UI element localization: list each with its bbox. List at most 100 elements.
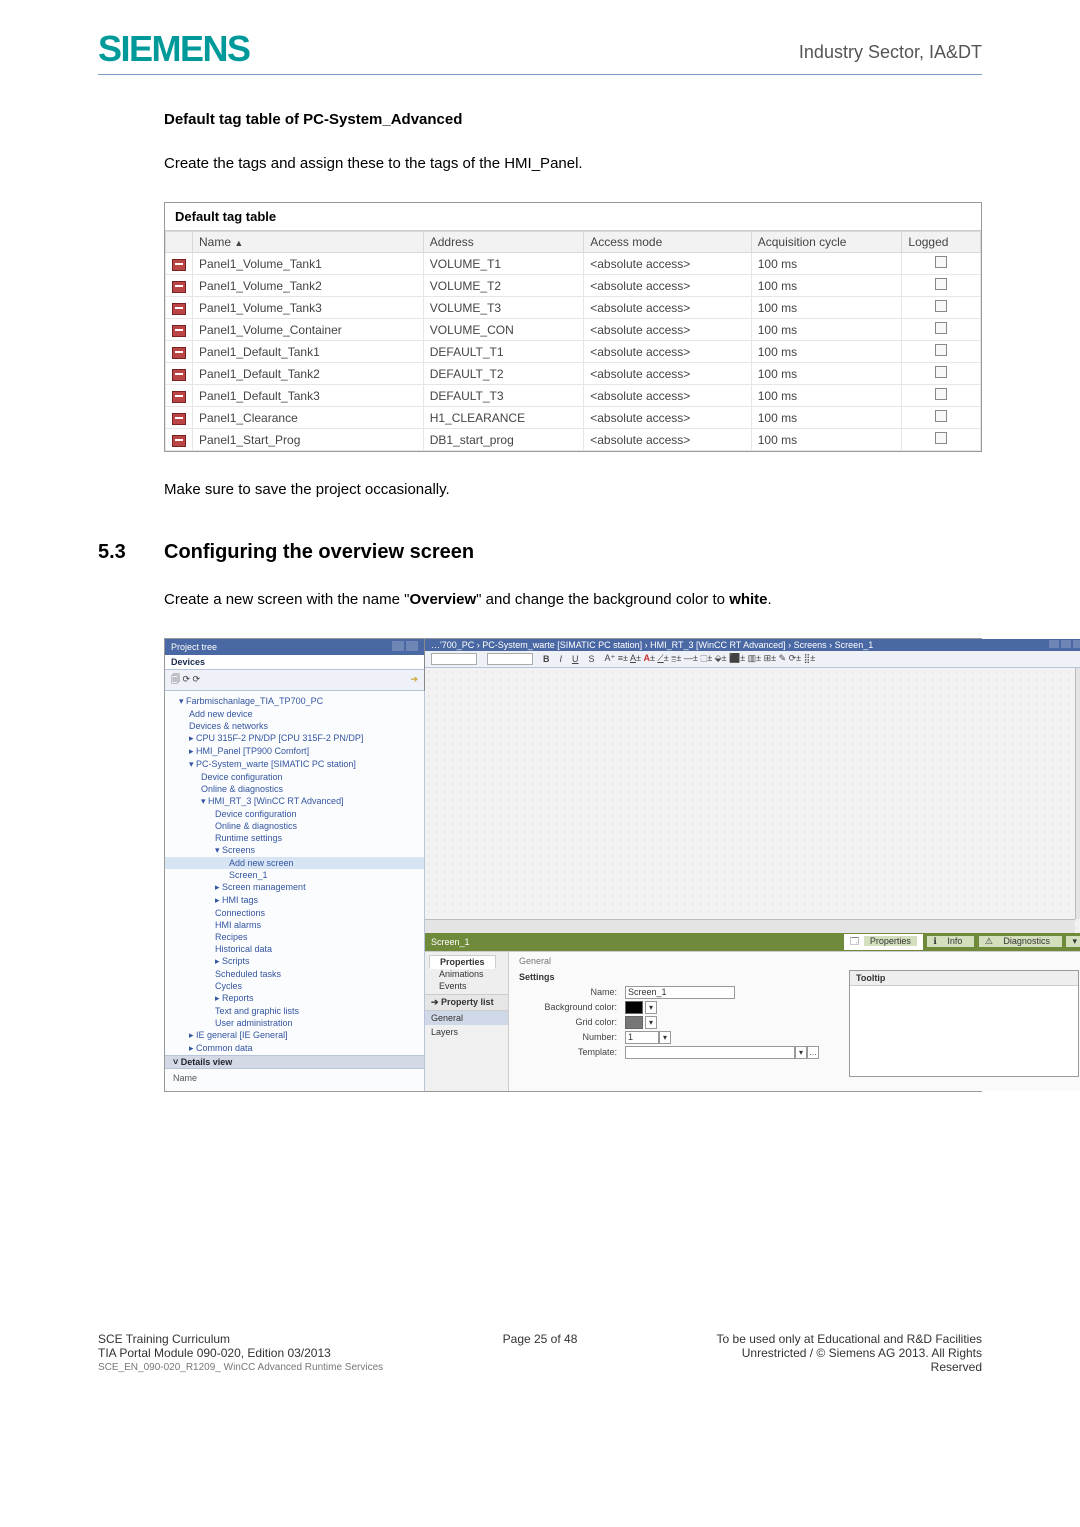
- ptab-properties[interactable]: Properties: [429, 955, 496, 969]
- col-name[interactable]: Name ▲: [193, 232, 424, 253]
- tree-node[interactable]: ▸ CPU 315F-2 PN/DP [CPU 315F-2 PN/DP]: [165, 732, 424, 745]
- tree-node[interactable]: ▸ Reports: [165, 992, 424, 1005]
- screen-canvas[interactable]: [425, 668, 1080, 933]
- screen-number-input[interactable]: 1: [625, 1031, 659, 1044]
- grid-color-dropdown[interactable]: ▾: [645, 1016, 657, 1029]
- table-row[interactable]: Panel1_Default_Tank1DEFAULT_T1<absolute …: [166, 341, 981, 363]
- tree-node[interactable]: ▸ Screen management: [165, 881, 424, 894]
- bg-color-dropdown[interactable]: ▾: [645, 1001, 657, 1014]
- tree-node[interactable]: ▸ Scripts: [165, 955, 424, 968]
- tree-node[interactable]: User administration: [165, 1017, 424, 1029]
- tree-node[interactable]: ▸ HMI tags: [165, 894, 424, 907]
- template-dropdown[interactable]: ▾: [795, 1046, 807, 1059]
- diagnostics-tab[interactable]: ⚠ Diagnostics: [979, 936, 1062, 947]
- close-icon[interactable]: [1073, 640, 1080, 648]
- logged-checkbox[interactable]: [935, 300, 947, 312]
- underline-button[interactable]: U: [572, 654, 579, 664]
- collapse-icon[interactable]: [392, 641, 404, 651]
- table-row[interactable]: Panel1_Start_ProgDB1_start_prog<absolute…: [166, 429, 981, 451]
- tree-node[interactable]: Runtime settings: [165, 832, 424, 844]
- minimize-icon[interactable]: [1049, 640, 1059, 648]
- font-size-dropdown[interactable]: [487, 653, 533, 665]
- tree-node[interactable]: Connections: [165, 907, 424, 919]
- cell-cycle: 100 ms: [751, 253, 902, 275]
- project-tree[interactable]: ▾ Farbmischanlage_TIA_TP700_PCAdd new de…: [165, 691, 425, 1091]
- tree-node[interactable]: Online & diagnostics: [165, 783, 424, 795]
- tree-node[interactable]: HMI alarms: [165, 919, 424, 931]
- field-name: Name: Screen_1: [519, 986, 819, 999]
- tree-node[interactable]: Add new screen: [165, 857, 424, 869]
- tree-node[interactable]: ▾ HMI_RT_3 [WinCC RT Advanced]: [165, 795, 424, 808]
- tag-icon: [172, 391, 186, 403]
- tree-node[interactable]: ▾ PC-System_warte [SIMATIC PC station]: [165, 758, 424, 771]
- col-address[interactable]: Address: [423, 232, 584, 253]
- logged-checkbox[interactable]: [935, 278, 947, 290]
- logged-checkbox[interactable]: [935, 256, 947, 268]
- font-family-dropdown[interactable]: [431, 653, 477, 665]
- maximize-icon[interactable]: [1061, 640, 1071, 648]
- page-header: SIEMENS Industry Sector, IA&DT: [98, 28, 982, 75]
- logged-checkbox[interactable]: [935, 410, 947, 422]
- col-logged[interactable]: Logged: [902, 232, 981, 253]
- tree-node[interactable]: Historical data: [165, 943, 424, 955]
- table-row[interactable]: Panel1_Volume_Tank3VOLUME_T3<absolute ac…: [166, 297, 981, 319]
- tree-node[interactable]: ▾ Farbmischanlage_TIA_TP700_PC: [165, 695, 424, 708]
- logged-checkbox[interactable]: [935, 432, 947, 444]
- tree-node[interactable]: ▸ Common data: [165, 1042, 424, 1055]
- tree-node[interactable]: Device configuration: [165, 771, 424, 783]
- vertical-scrollbar[interactable]: [1075, 668, 1080, 919]
- table-row[interactable]: Panel1_ClearanceH1_CLEARANCE<absolute ac…: [166, 407, 981, 429]
- pnav-layers[interactable]: Layers: [425, 1025, 508, 1039]
- tree-node[interactable]: ▾ Screens: [165, 844, 424, 857]
- info-tab[interactable]: ℹ Info: [927, 936, 974, 947]
- panel-menu-icon[interactable]: ▾: [1066, 936, 1080, 947]
- table-row[interactable]: Panel1_Volume_ContainerVOLUME_CON<absolu…: [166, 319, 981, 341]
- tree-node[interactable]: Text and graphic lists: [165, 1005, 424, 1017]
- grid-color-swatch[interactable]: [625, 1016, 643, 1029]
- property-nav[interactable]: Properties Animations Events ➔ Property …: [425, 952, 509, 1091]
- logged-checkbox[interactable]: [935, 344, 947, 356]
- table-row[interactable]: Panel1_Volume_Tank1VOLUME_T1<absolute ac…: [166, 253, 981, 275]
- screen-tab[interactable]: Screen_1: [431, 937, 470, 947]
- logged-checkbox[interactable]: [935, 388, 947, 400]
- table-row[interactable]: Panel1_Default_Tank3DEFAULT_T3<absolute …: [166, 385, 981, 407]
- bg-color-swatch[interactable]: [625, 1001, 643, 1014]
- details-name-label: Name: [165, 1069, 424, 1087]
- number-stepper[interactable]: ▾: [659, 1031, 671, 1044]
- tree-node[interactable]: Devices & networks: [165, 720, 424, 732]
- general-group-heading: General: [509, 952, 1080, 966]
- template-input[interactable]: [625, 1046, 795, 1059]
- tooltip-textarea[interactable]: [850, 986, 1078, 1076]
- pin-icon[interactable]: [406, 641, 418, 651]
- cell-access-mode: <absolute access>: [584, 341, 751, 363]
- tree-node[interactable]: Cycles: [165, 980, 424, 992]
- details-view-header[interactable]: ˅ Details view: [165, 1055, 424, 1069]
- pnav-general[interactable]: General: [425, 1011, 508, 1025]
- logged-checkbox[interactable]: [935, 366, 947, 378]
- logged-checkbox[interactable]: [935, 322, 947, 334]
- ptab-animations[interactable]: Animations: [429, 968, 494, 980]
- col-access-mode[interactable]: Access mode: [584, 232, 751, 253]
- col-acquisition-cycle[interactable]: Acquisition cycle: [751, 232, 902, 253]
- ptab-events[interactable]: Events: [429, 980, 477, 992]
- format-toolbar[interactable]: B I U S A⁺ ≡± A± A± ⟋± ≣± —± ⬚± ⬙± ⬛± ▥±…: [425, 651, 1080, 668]
- expand-icon[interactable]: ➔: [410, 674, 418, 685]
- tree-node[interactable]: Device configuration: [165, 808, 424, 820]
- properties-tab[interactable]: 🗔 Properties: [844, 934, 923, 950]
- tree-node[interactable]: ▸ IE general [IE General]: [165, 1029, 424, 1042]
- tree-node[interactable]: Online & diagnostics: [165, 820, 424, 832]
- tree-node[interactable]: Add new device: [165, 708, 424, 720]
- tree-node[interactable]: Scheduled tasks: [165, 968, 424, 980]
- table-row[interactable]: Panel1_Volume_Tank2VOLUME_T2<absolute ac…: [166, 275, 981, 297]
- cell-access-mode: <absolute access>: [584, 297, 751, 319]
- bold-button[interactable]: B: [543, 654, 550, 664]
- template-browse[interactable]: …: [807, 1046, 819, 1059]
- strike-button[interactable]: S: [589, 654, 595, 664]
- tree-node[interactable]: Screen_1: [165, 869, 424, 881]
- tree-node[interactable]: ▸ HMI_Panel [TP900 Comfort]: [165, 745, 424, 758]
- screen-name-input[interactable]: Screen_1: [625, 986, 735, 999]
- table-row[interactable]: Panel1_Default_Tank2DEFAULT_T2<absolute …: [166, 363, 981, 385]
- tree-node[interactable]: Recipes: [165, 931, 424, 943]
- horizontal-scrollbar[interactable]: [425, 919, 1075, 933]
- italic-button[interactable]: I: [560, 654, 563, 664]
